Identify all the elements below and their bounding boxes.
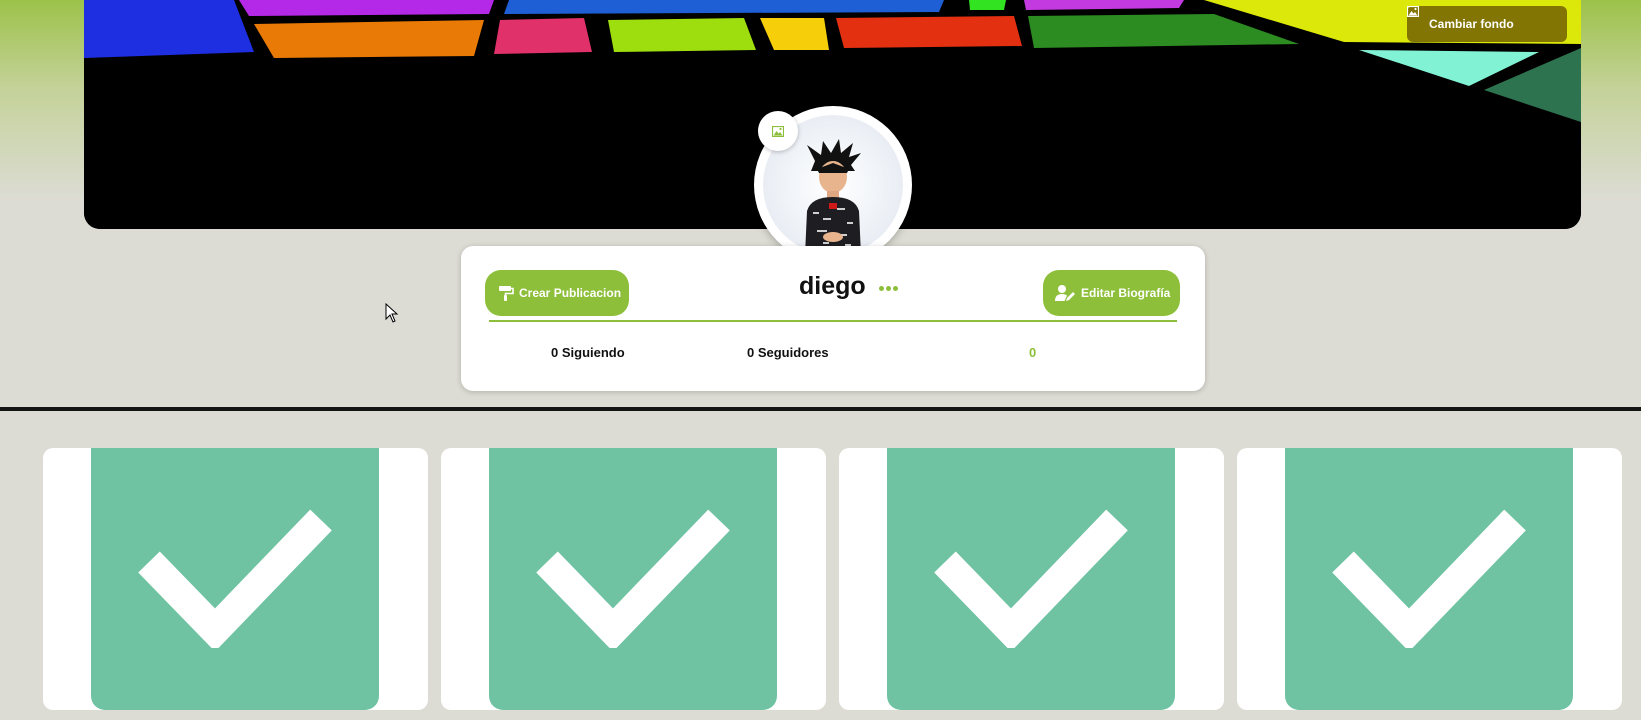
post-tile[interactable] [839, 448, 1224, 710]
post-thumbnail [91, 448, 379, 710]
section-divider [0, 407, 1641, 411]
change-background-button[interactable]: Cambiar fondo [1407, 6, 1567, 42]
following-count[interactable]: 0 Siguiendo [551, 345, 625, 360]
profile-username: diego [799, 272, 866, 300]
create-post-button[interactable]: Crear Publicacion [485, 270, 629, 316]
posts-count: 0 [1029, 345, 1037, 360]
post-tile[interactable] [1237, 448, 1622, 710]
user-avatar-figure [805, 139, 861, 255]
user-edit-icon [1055, 285, 1075, 301]
paint-roller-icon [499, 286, 514, 301]
post-tile[interactable] [43, 448, 428, 710]
more-options-icon[interactable] [879, 286, 898, 291]
checkmark-icon [1332, 509, 1526, 648]
create-post-label: Crear Publicacion [519, 286, 622, 300]
mouse-cursor-icon [385, 303, 399, 323]
image-icon [772, 125, 784, 137]
edit-bio-button[interactable]: Editar Biografía [1043, 270, 1180, 316]
change-background-label: Cambiar fondo [1429, 17, 1514, 31]
checkmark-icon [536, 509, 730, 648]
post-thumbnail [1285, 448, 1573, 710]
followers-count[interactable]: 0 Seguidores [747, 345, 829, 360]
post-thumbnail [887, 448, 1175, 710]
post-tile[interactable] [441, 448, 826, 710]
post-thumbnail [489, 448, 777, 710]
checkmark-icon [934, 509, 1128, 648]
change-avatar-button[interactable] [758, 111, 798, 151]
checkmark-icon [138, 509, 332, 648]
profile-card: Crear Publicacion diego Editar Biografía… [461, 246, 1205, 391]
image-icon [1407, 6, 1419, 17]
edit-bio-label: Editar Biografía [1081, 286, 1171, 300]
card-separator [489, 320, 1177, 322]
